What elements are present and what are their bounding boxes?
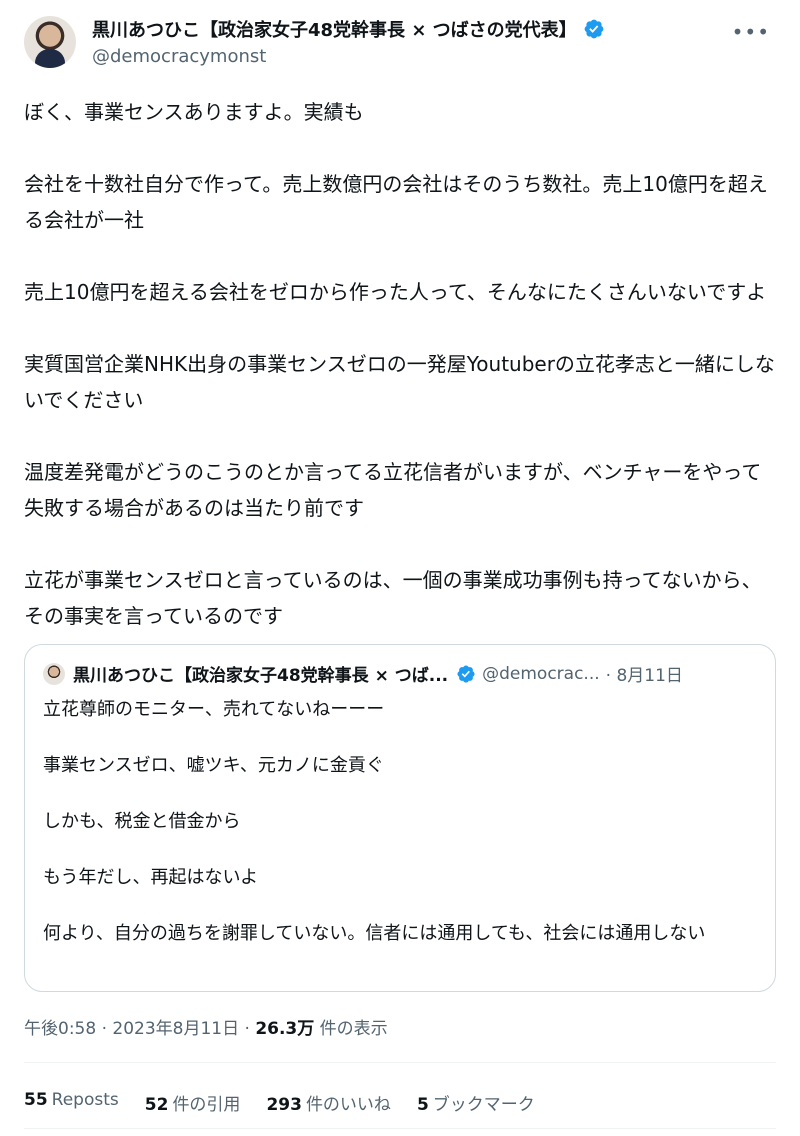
quoted-post-card[interactable]: 黒川あつひこ【政治家女子48党幹事長 × つば... @democrac... … [24,644,776,992]
quoted-paragraph: もう年だし、再起はないよ [43,867,259,888]
post-paragraph: 実質国営企業NHK出身の事業センスゼロの一発屋Youtuberの立花孝志と一緒に… [24,352,775,412]
quoted-post-text: 立花尊師のモニター、売れてないねーーー 事業センスゼロ、嘘ツキ、元カノに金貢ぐ … [43,697,759,947]
quoted-paragraph: 立花尊師のモニター、売れてないねーーー [43,699,385,720]
verified-badge-icon [584,19,604,39]
bookmarks-label: ブックマーク [432,1095,535,1115]
author-handle[interactable]: @democracymonst [92,46,266,67]
bookmarks-stat[interactable]: 5 ブックマーク [417,1090,535,1115]
reposts-count: 55 [24,1090,48,1110]
engagement-stats: 55 Reposts 52 件の引用 293 件のいいね 5 ブックマーク [24,1090,561,1115]
divider [24,1062,776,1063]
author-avatar[interactable] [24,16,76,68]
post-paragraph: 会社を十数社自分で作って。売上数億円の会社はそのうち数社。売上10億円を超える会… [24,172,768,232]
quotes-stat[interactable]: 52 件の引用 [145,1090,241,1115]
quoted-author-name: 黒川あつひこ【政治家女子48党幹事長 × つば... [73,666,449,686]
post-timestamp[interactable]: 午後0:58 · 2023年8月11日 · [24,1019,255,1039]
quoted-post-date: · 8月11日 [605,666,683,686]
post-paragraph: 売上10億円を超える会社をゼロから作った人って、そんなにたくさんいないですよ [24,280,767,304]
quoted-paragraph: 何より、自分の過ちを謝罪していない。信者には通用しても、社会には通用しない [43,923,706,944]
views-count: 26.3万 [255,1019,315,1039]
quoted-author-avatar [43,662,65,685]
quotes-label: 件の引用 [172,1095,241,1115]
post-header: 黒川あつひこ【政治家女子48党幹事長 × つばさの党代表】 @democracy… [24,12,776,72]
likes-count: 293 [266,1095,302,1115]
post-text: ぼく、事業センスありますよ。実績も 会社を十数社自分で作って。売上数億円の会社は… [24,94,776,634]
more-options-icon[interactable]: ••• [732,20,770,44]
divider [24,1128,776,1129]
quotes-count: 52 [144,1095,169,1115]
reposts-stat[interactable]: 55 Reposts [24,1090,119,1115]
quoted-paragraph: 事業センスゼロ、嘘ツキ、元カノに金貢ぐ [43,755,384,776]
author-display-name[interactable]: 黒川あつひこ【政治家女子48党幹事長 × つばさの党代表】 [92,16,577,42]
author-name-row: 黒川あつひこ【政治家女子48党幹事長 × つばさの党代表】 [92,16,605,42]
reposts-label: Reposts [51,1090,119,1110]
post-paragraph: 立花が事業センスゼロと言っているのは、一個の事業成功事例も持ってないから、その事… [24,568,762,628]
post-paragraph: 温度差発電がどうのこうのとか言ってる立花信者がいますが、ベンチャーをやって失敗す… [24,460,762,520]
views-label: 件の表示 [314,1019,388,1039]
post-meta: 午後0:58 · 2023年8月11日 · 26.3万 件の表示 [24,1014,388,1039]
bookmarks-count: 5 [416,1095,429,1115]
quoted-paragraph: しかも、税金と借金から [43,811,241,832]
post-paragraph: ぼく、事業センスありますよ。実績も [24,100,364,124]
likes-label: 件のいいね [305,1095,391,1115]
verified-badge-icon [457,664,475,683]
quoted-author-handle: @democrac... [482,663,600,684]
likes-stat[interactable]: 293 件のいいね [266,1090,391,1115]
quoted-post-header: 黒川あつひこ【政治家女子48党幹事長 × つば... @democrac... … [43,661,763,686]
